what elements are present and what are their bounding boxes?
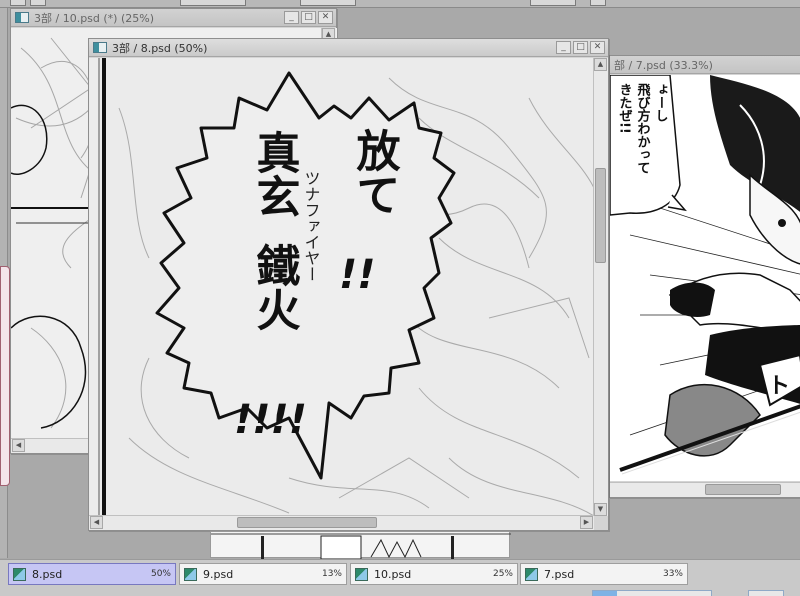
manga-inked-page: きたぜ!! 飛び方わかって ょーし ト	[610, 75, 800, 475]
bubble-line-2: 飛び方わかって	[635, 83, 652, 174]
maximize-button[interactable]: □	[573, 41, 588, 54]
tab-label: 10.psd	[374, 567, 412, 581]
vertical-scrollbar[interactable]: ▲ ▼	[593, 58, 608, 516]
toolbar-button[interactable]	[10, 0, 26, 6]
window-title: 3部 / 8.psd (50%)	[112, 41, 208, 55]
maximize-button[interactable]: □	[301, 11, 316, 24]
tab-label: 8.psd	[32, 567, 63, 581]
manga-pencil-page: 放て !! ツナファイヤー 真玄 鐵火 !!!!	[98, 58, 594, 516]
toolbar-strip	[0, 0, 800, 8]
status-box	[748, 590, 784, 596]
tab-10psd[interactable]: 10.psd 25%	[350, 563, 518, 585]
document-icon	[525, 567, 538, 581]
tab-label: 9.psd	[203, 567, 234, 581]
shout-ruby: ツナファイヤー	[302, 170, 321, 282]
document-icon	[13, 567, 26, 581]
document-canvas[interactable]: きたぜ!! 飛び方わかって ょーし ト	[610, 75, 800, 481]
window-titlebar[interactable]: 部 / 7.psd (33.3%)	[610, 56, 800, 74]
window-doc9-peek[interactable]	[210, 531, 511, 560]
progress-fill	[593, 591, 617, 596]
shout-col3: 鐵火	[249, 243, 301, 331]
tab-zoom: 50%	[150, 569, 171, 579]
minimized-window[interactable]	[0, 266, 10, 486]
toolbar-field[interactable]	[530, 0, 576, 6]
toolbar-button[interactable]	[590, 0, 606, 6]
scroll-thumb[interactable]	[595, 168, 606, 263]
manga-page-preview	[211, 533, 511, 560]
shout-col2: 真玄	[249, 130, 300, 218]
window-titlebar[interactable]: 3部 / 8.psd (50%) _ □ ✕	[89, 39, 608, 57]
scroll-up-arrow[interactable]: ▲	[594, 58, 607, 71]
document-canvas[interactable]: 放て !! ツナファイヤー 真玄 鐵火 !!!!	[89, 58, 594, 516]
shout-col3-bang: !!!!	[234, 397, 307, 443]
document-icon	[93, 42, 107, 53]
window-doc8[interactable]: 3部 / 8.psd (50%) _ □ ✕ 放て !! ツナファイヤー 真玄 …	[88, 38, 609, 531]
document-icon	[184, 567, 197, 581]
close-button[interactable]: ✕	[318, 11, 333, 24]
close-button[interactable]: ✕	[590, 41, 605, 54]
shout-col1: 放て	[349, 128, 401, 216]
bubble-line-3: きたぜ!!	[617, 83, 633, 134]
toolbar-field[interactable]	[180, 0, 246, 6]
scroll-left-arrow[interactable]: ◀	[12, 439, 25, 452]
progress-bar	[592, 590, 712, 596]
window-title: 部 / 7.psd (33.3%)	[614, 58, 713, 72]
tab-zoom: 33%	[662, 569, 683, 579]
sfx-text: ト	[768, 374, 790, 399]
horizontal-scrollbar[interactable]	[610, 482, 800, 497]
left-dock-edge	[0, 8, 10, 558]
tab-zoom: 25%	[492, 569, 513, 579]
minimize-button[interactable]: _	[556, 41, 571, 54]
tab-7psd[interactable]: 7.psd 33%	[520, 563, 688, 585]
bubble-line-1: ょーし	[653, 83, 668, 122]
scroll-thumb[interactable]	[237, 517, 377, 528]
horizontal-scrollbar[interactable]: ◀ ▶	[89, 515, 594, 530]
scroll-down-arrow[interactable]: ▼	[594, 503, 607, 516]
tab-label: 7.psd	[544, 567, 575, 581]
document-icon	[15, 12, 29, 23]
shout-col1-bang: !!	[339, 252, 375, 298]
document-icon	[355, 567, 368, 581]
scroll-thumb[interactable]	[705, 484, 781, 495]
document-tab-bar: 8.psd 50% 9.psd 13% 10.psd 25% 7.psd 33%	[0, 559, 800, 596]
scroll-right-arrow[interactable]: ▶	[580, 516, 593, 529]
toolbar-button[interactable]	[30, 0, 46, 6]
scroll-left-arrow[interactable]: ◀	[90, 516, 103, 529]
minimize-button[interactable]: _	[284, 11, 299, 24]
tab-zoom: 13%	[321, 569, 342, 579]
window-title: 3部 / 10.psd (*) (25%)	[34, 11, 154, 25]
toolbar-field[interactable]	[300, 0, 356, 6]
window-doc7[interactable]: 部 / 7.psd (33.3%) きたぜ!! 飛び方わかって ょーし ト	[609, 55, 800, 498]
window-titlebar[interactable]: 3部 / 10.psd (*) (25%) _ □ ✕	[11, 9, 336, 27]
tab-8psd[interactable]: 8.psd 50%	[8, 563, 176, 585]
tab-9psd[interactable]: 9.psd 13%	[179, 563, 347, 585]
